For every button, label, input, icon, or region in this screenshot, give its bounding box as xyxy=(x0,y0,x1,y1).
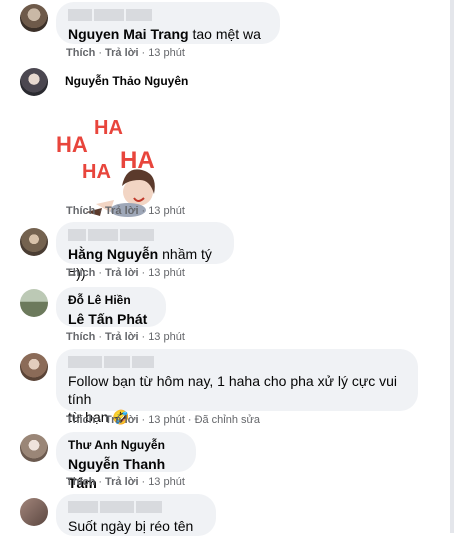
reply-link[interactable]: Trả lời xyxy=(105,267,139,279)
edited-label[interactable]: Đã chỉnh sửa xyxy=(195,414,260,426)
avatar[interactable] xyxy=(20,228,48,256)
like-link[interactable]: Thích xyxy=(66,476,95,488)
redacted-author-name xyxy=(68,8,268,21)
tagged-user[interactable]: Hằng Nguyễn xyxy=(68,246,158,262)
reply-link[interactable]: Trả lời xyxy=(105,414,139,426)
tagged-user[interactable]: Nguyen Mai Trang xyxy=(68,26,189,42)
comment-text: tao mệt wa xyxy=(192,26,261,42)
like-link[interactable]: Thích xyxy=(66,47,95,59)
redacted-author-name xyxy=(68,228,222,241)
comment-text: Suốt ngày bị réo tên xyxy=(68,518,194,534)
timestamp[interactable]: 13 phút xyxy=(148,414,185,426)
timestamp[interactable]: 13 phút xyxy=(148,331,185,343)
comment-actions: Thích · Trả lời · 13 phút xyxy=(66,47,185,59)
like-link[interactable]: Thích xyxy=(66,267,95,279)
tagged-user[interactable]: Lê Tấn Phát xyxy=(68,311,147,327)
scrollbar[interactable] xyxy=(450,0,454,533)
redacted-author-name xyxy=(68,355,406,368)
comment-author[interactable]: Nguyễn Thảo Nguyên xyxy=(65,74,188,88)
avatar[interactable] xyxy=(20,289,48,317)
comment-bubble: Đỗ Lê Hiền Lê Tấn Phát xyxy=(56,287,166,327)
like-link[interactable]: Thích xyxy=(66,205,95,217)
redacted-author-name xyxy=(68,500,204,513)
comment-bubble: Suốt ngày bị réo tên xyxy=(56,494,216,536)
like-link[interactable]: Thích xyxy=(66,414,95,426)
comment-author[interactable]: Thư Anh Nguyễn xyxy=(68,438,184,452)
comment-bubble: Follow bạn từ hôm nay, 1 haha cho pha xử… xyxy=(56,349,418,425)
comment-bubble: Nguyen Mai Trang tao mệt wa xyxy=(56,2,280,44)
comment-actions: Thích · Trả lời · 13 phút xyxy=(66,476,185,488)
avatar[interactable] xyxy=(20,68,48,96)
sticker-text: HA xyxy=(82,161,111,183)
like-link[interactable]: Thích xyxy=(66,331,95,343)
reply-link[interactable]: Trả lời xyxy=(105,205,139,217)
comment-actions: Thích · Trả lời · 13 phút · Đã chỉnh sửa xyxy=(66,414,261,426)
comment-bubble: Hằng Nguyễn nhầm tý =)) xyxy=(56,222,234,281)
timestamp[interactable]: 13 phút xyxy=(148,205,185,217)
comment-actions: Thích · Trả lời · 13 phút xyxy=(66,331,185,343)
haha-sticker: HA HA HA HA xyxy=(56,117,155,217)
comment-actions: Thích · Trả lời · 13 phút xyxy=(66,267,185,279)
timestamp[interactable]: 13 phút xyxy=(148,267,185,279)
sticker-text: HA xyxy=(94,117,123,139)
comment-actions: Thích · Trả lời · 13 phút xyxy=(66,205,185,217)
reply-link[interactable]: Trả lời xyxy=(105,331,139,343)
avatar[interactable] xyxy=(20,498,48,526)
timestamp[interactable]: 13 phút xyxy=(148,476,185,488)
avatar[interactable] xyxy=(20,353,48,381)
reply-link[interactable]: Trả lời xyxy=(105,47,139,59)
comment-text: Follow bạn từ hôm nay, 1 haha cho pha xử… xyxy=(68,373,398,407)
sticker-text: HA xyxy=(56,132,88,157)
avatar[interactable] xyxy=(20,434,48,462)
reply-link[interactable]: Trả lời xyxy=(105,476,139,488)
comment-author[interactable]: Đỗ Lê Hiền xyxy=(68,293,154,307)
comment-bubble: Thư Anh Nguyễn Nguyễn Thanh Tâm xyxy=(56,432,196,491)
avatar[interactable] xyxy=(20,4,48,32)
timestamp[interactable]: 13 phút xyxy=(148,47,185,59)
